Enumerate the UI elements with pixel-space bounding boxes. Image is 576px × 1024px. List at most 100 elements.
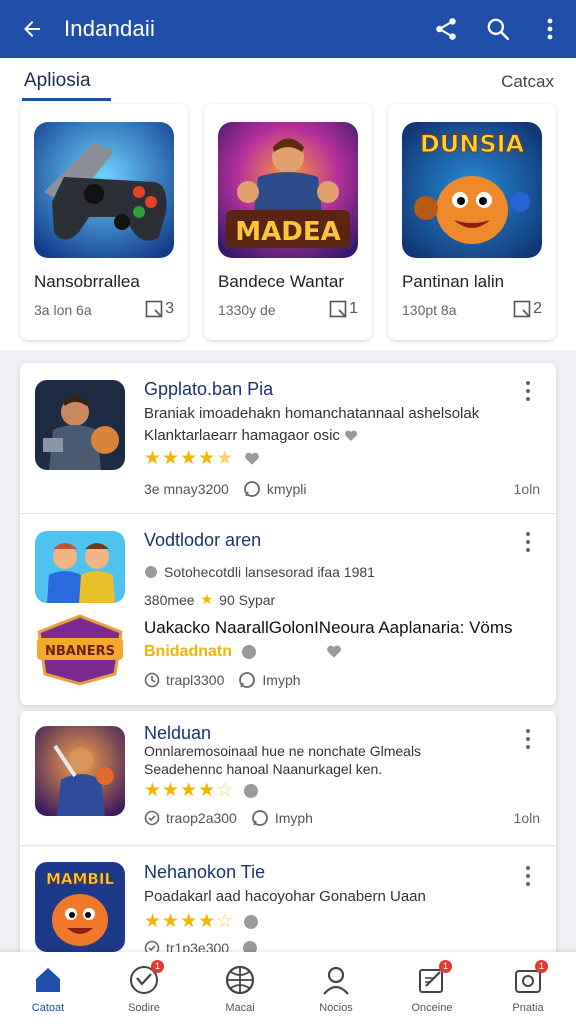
featured-count-value: 3 — [165, 300, 174, 317]
app-icon — [35, 531, 125, 603]
list-item[interactable]: MAMBIL Nehanokon Tie Poadakarl aad hacoy… — [20, 845, 556, 952]
nav-edit[interactable]: 1 Onceine — [384, 952, 480, 1024]
featured-count: 2 — [513, 300, 542, 318]
chat-icon — [239, 672, 256, 688]
comment-icon — [329, 300, 347, 318]
back-button[interactable] — [0, 0, 64, 58]
tab-bar: Apliosia Catcax — [0, 58, 576, 104]
comment-icon — [145, 300, 163, 318]
edit-icon: 1 — [416, 960, 452, 996]
app-description: Poadakarl aad hacoyohar Gonabern Uaan — [144, 888, 426, 905]
tab-categories[interactable]: Catcax — [501, 72, 554, 92]
app-meta: 3e mnay3200 kmypli — [144, 480, 307, 498]
featured-name: Nansobrrallea — [34, 272, 140, 291]
home-icon — [32, 964, 64, 996]
app-size: 1oln — [513, 481, 540, 497]
page-title: Indandaii — [64, 16, 156, 41]
rating: Bnidadnatn — [144, 643, 342, 661]
app-info-text: 380mee — [144, 591, 195, 608]
app-description-2: Seadehennc hanoal Naanurkagel ken. — [144, 761, 383, 777]
app-meta: trapl3300 Imyph — [144, 671, 301, 689]
notification-badge: 1 — [151, 960, 164, 973]
hero-game-icon: MADEA — [218, 122, 358, 258]
clock-icon — [144, 672, 160, 688]
app-description: Braniak imoadehakn homanchatannaal ashel… — [144, 405, 480, 422]
check-circle-icon — [144, 810, 160, 826]
app-icon: MAMBIL — [35, 862, 125, 952]
tab-apps[interactable]: Apliosia — [24, 70, 91, 92]
notification-badge: 1 — [439, 960, 452, 973]
overflow-menu-button[interactable] — [524, 0, 576, 58]
featured-count: 3 — [145, 300, 174, 318]
list-item[interactable]: Gpplato.ban Pia Braniak imoadehakn homan… — [20, 363, 556, 513]
app-description-text: Sotohecotdli lansesorad ifaa 1981 — [164, 564, 375, 580]
app-list: Nelduan Onnlaremosoinaal hue ne nonchate… — [20, 711, 556, 952]
info-dot-icon — [243, 941, 258, 952]
app-info-text-2: 90 Sypar — [219, 591, 276, 608]
nav-label: Nocios — [319, 1002, 353, 1014]
nav-camera[interactable]: 1 Pnatia — [480, 952, 576, 1024]
item-more-button[interactable] — [520, 864, 536, 888]
featured-meta: 130pt 8a — [402, 302, 457, 318]
featured-count-value: 2 — [533, 300, 542, 317]
badge-game-icon: NBANERS — [35, 614, 125, 686]
app-size: 1oln — [513, 810, 540, 826]
featured-meta: 3a lon 6a — [34, 302, 92, 318]
app-headline: Uakacko NaarallGolonINeoura Aaplanaria: … — [144, 618, 513, 637]
globe-icon — [224, 964, 256, 996]
chat-icon — [243, 481, 260, 497]
rating: ★★★★★ — [144, 447, 260, 470]
featured-count: 1 — [329, 300, 358, 318]
app-meta: tr1p3e300 — [144, 940, 258, 952]
nav-label: Pnatia — [512, 1002, 544, 1014]
svg-text:NBANERS: NBANERS — [45, 644, 115, 659]
bottom-navigation: Catoat 1 Sodire Macai Nocios 1 Onceine 1… — [0, 952, 576, 1024]
app-icon — [35, 726, 125, 816]
featured-meta: 1330y de — [218, 302, 276, 318]
app-meta-text: trapl3300 — [166, 672, 225, 688]
search-button[interactable] — [472, 0, 524, 58]
heart-icon[interactable] — [326, 644, 342, 660]
app-meta-text-2: Imyph — [274, 810, 313, 826]
rating-stars: ★★★★☆ — [144, 911, 235, 932]
nav-label: Sodire — [128, 1002, 160, 1014]
item-more-button[interactable] — [520, 379, 536, 403]
app-description: Sotohecotdli lansesorad ifaa 1981 — [144, 564, 375, 580]
monster-game-icon: DUNSIA — [402, 122, 542, 258]
nav-label: Onceine — [411, 1002, 453, 1014]
arrow-back-icon — [24, 21, 40, 37]
star-icon: ★ — [200, 591, 214, 607]
app-description: Onnlaremosoinaal hue ne nonchate Glmeals — [144, 743, 422, 759]
featured-section: Nansobrrallea 3a lon 6a 3 MADEA Bandece … — [0, 104, 576, 350]
app-meta-text-2: kmypli — [266, 481, 307, 497]
list-item[interactable]: Nelduan Onnlaremosoinaal hue ne nonchate… — [20, 711, 556, 845]
nav-favorites[interactable]: 1 Sodire — [96, 952, 192, 1024]
svg-text:MADEA: MADEA — [235, 217, 340, 247]
more-vert-icon — [547, 18, 553, 40]
item-more-button[interactable] — [520, 530, 536, 554]
app-meta-text: traop2a300 — [166, 810, 237, 826]
search-icon — [487, 18, 510, 41]
chat-icon — [251, 810, 268, 826]
app-title: Nehanokon Tie — [144, 862, 266, 882]
nav-profile[interactable]: Nocios — [288, 952, 384, 1024]
nav-label: Macai — [225, 1002, 255, 1014]
nav-home[interactable]: Catoat — [0, 952, 96, 1024]
check-circle-icon — [144, 940, 160, 952]
svg-text:DUNSIA: DUNSIA — [420, 130, 525, 158]
heart-icon[interactable] — [244, 451, 260, 467]
rating: ★★★★☆ — [144, 910, 259, 933]
share-button[interactable] — [420, 0, 472, 58]
featured-card[interactable]: MADEA Bandece Wantar 1330y de 1 — [204, 104, 372, 340]
featured-card[interactable]: Nansobrrallea 3a lon 6a 3 — [20, 104, 188, 340]
app-description-2: Klanktarlaearr hamagaor osic — [144, 427, 358, 444]
nav-explore[interactable]: Macai — [192, 952, 288, 1024]
notification-badge: 1 — [535, 960, 548, 973]
list-item[interactable]: NBANERS Vodtlodor aren Sotohecotdli lans… — [20, 513, 556, 705]
rating-stars: ★★★★☆ — [144, 780, 235, 801]
featured-card[interactable]: DUNSIA Pantinan lalin 130pt 8a 2 — [388, 104, 556, 340]
share-icon — [436, 18, 456, 40]
item-more-button[interactable] — [520, 727, 536, 751]
info-dot-icon — [242, 645, 256, 659]
tab-indicator — [22, 98, 111, 101]
